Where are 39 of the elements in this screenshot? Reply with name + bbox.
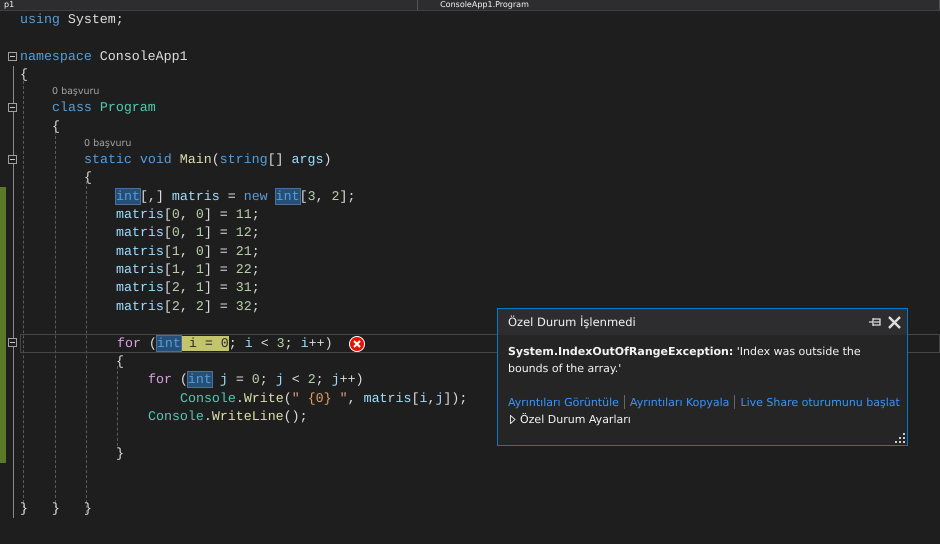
expand-triangle-icon[interactable] — [510, 415, 516, 424]
class-dropdown[interactable]: ConsoleApp1.Program — [418, 0, 940, 10]
code-line: matris[1, 1] = 22; — [116, 261, 260, 280]
code-line: { — [116, 353, 124, 372]
exception-message: System.IndexOutOfRangeException: 'Index was outside the bounds of the array.' — [507, 344, 862, 377]
popup-title: Özel Durum İşlenmedi — [508, 315, 637, 329]
code-line: } — [116, 444, 124, 463]
exception-settings-toggle[interactable]: Özel Durum Ayarları — [520, 413, 631, 426]
code-line: { — [52, 118, 60, 136]
code-line: Console.Write(" {0} ", matris[i,j]); — [180, 390, 468, 408]
collapse-icon[interactable] — [8, 52, 17, 61]
reference-count[interactable]: 0 başvuru — [84, 138, 132, 149]
popup-link[interactable]: Live Share oturumunu başlat — [740, 396, 900, 408]
close-icon[interactable] — [888, 316, 901, 328]
popup-link[interactable]: Ayrıntıları Görüntüle — [508, 396, 619, 408]
resize-grip-icon[interactable] — [895, 433, 905, 443]
popup-link[interactable]: Ayrıntıları Kopyala — [630, 396, 730, 408]
code-line: matris[2, 2] = 32; — [116, 298, 260, 316]
project-dropdown[interactable]: p1 — [0, 0, 418, 10]
code-line: namespace ConsoleApp1 — [20, 48, 188, 66]
code-line: static void Main(string[] args) — [84, 150, 332, 169]
code-line: int[,] matris = new int[3, 2]; — [116, 188, 356, 206]
collapse-icon[interactable] — [8, 103, 17, 112]
pin-icon[interactable] — [869, 317, 882, 327]
code-line: for (int i = 0; i < 3; i++) — [117, 334, 333, 353]
code-line: using System; — [20, 11, 124, 30]
code-line: } } } — [20, 500, 92, 518]
code-line: Console.WriteLine(); — [148, 408, 308, 426]
collapse-icon[interactable] — [8, 338, 17, 348]
code-line: { — [20, 66, 28, 84]
collapse-icon[interactable] — [8, 154, 17, 164]
code-line: { — [84, 169, 92, 188]
code-line: matris[0, 1] = 12; — [116, 224, 260, 242]
code-line: for (int j = 0; j < 2; j++) — [148, 371, 364, 390]
code-line: matris[0, 0] = 11; — [116, 206, 260, 224]
code-line: class Program — [52, 99, 156, 118]
reference-count[interactable]: 0 başvuru — [52, 86, 100, 98]
code-line: matris[1, 0] = 21; — [116, 242, 260, 261]
code-line: matris[2, 1] = 31; — [116, 279, 260, 298]
